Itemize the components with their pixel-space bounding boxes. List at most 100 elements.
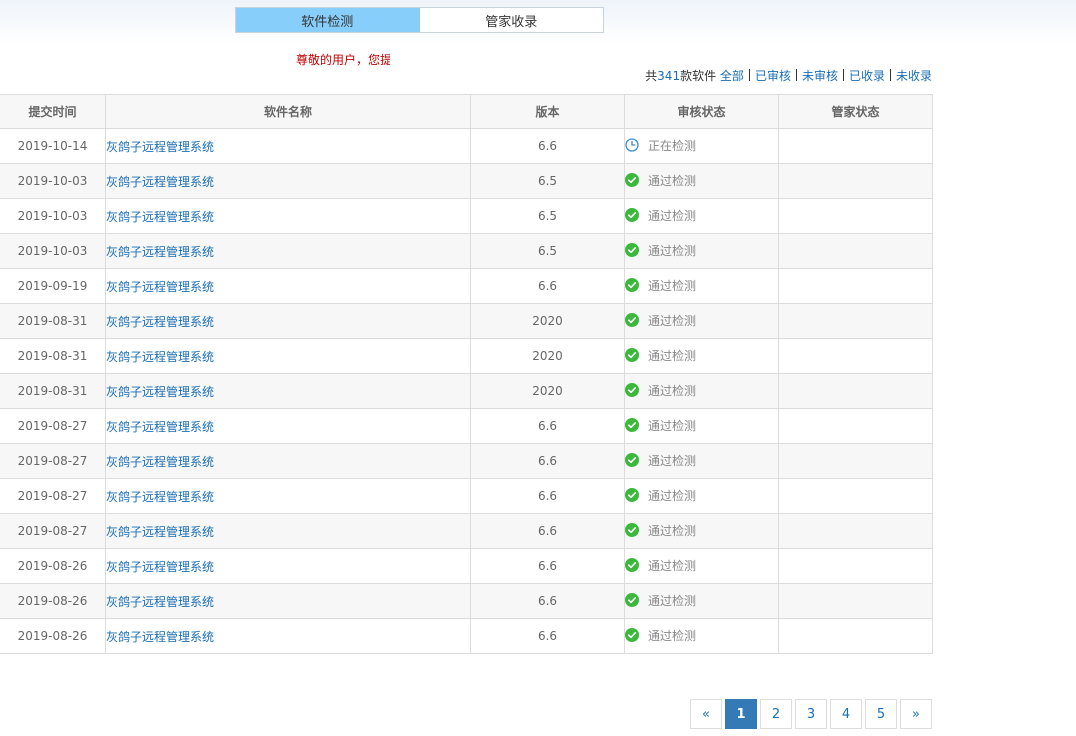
software-name-link[interactable]: 灰鸽子远程管理系统	[107, 490, 215, 504]
cell-review-status: 通过检测	[624, 233, 779, 269]
table-row: 2019-08-27 灰鸽子远程管理系统 6.6 通过检测	[0, 408, 933, 444]
cell-version: 6.6	[470, 478, 625, 514]
software-name-link[interactable]: 灰鸽子远程管理系统	[107, 420, 215, 434]
cell-manager-status	[778, 583, 933, 619]
check-circle-icon	[625, 173, 639, 188]
tab-software-check[interactable]: 软件检测	[236, 8, 420, 32]
check-circle-icon	[625, 488, 639, 503]
cell-manager-status	[778, 548, 933, 584]
software-name-link[interactable]: 灰鸽子远程管理系统	[107, 560, 215, 574]
check-circle-icon	[625, 628, 639, 643]
cell-version: 6.6	[470, 268, 625, 304]
software-name-link[interactable]: 灰鸽子远程管理系统	[107, 280, 215, 294]
pagination-page-3[interactable]: 3	[795, 699, 827, 729]
software-name-link[interactable]: 灰鸽子远程管理系统	[107, 595, 215, 609]
status-text: 通过检测	[648, 523, 697, 538]
cell-manager-status	[778, 443, 933, 479]
software-name-link[interactable]: 灰鸽子远程管理系统	[107, 455, 215, 469]
check-circle-icon	[625, 243, 639, 258]
software-name-link[interactable]: 灰鸽子远程管理系统	[107, 350, 215, 364]
cell-manager-status	[778, 198, 933, 234]
cell-version: 6.6	[470, 513, 625, 549]
cell-software-name: 灰鸽子远程管理系统	[105, 198, 471, 234]
pagination-page-2[interactable]: 2	[760, 699, 792, 729]
cell-manager-status	[778, 303, 933, 339]
status-text: 正在检测	[648, 138, 697, 153]
filter-unreviewed-link[interactable]: 未审核	[802, 69, 838, 83]
filter-uncollected-link[interactable]: 未收录	[896, 69, 932, 83]
status-badge: 通过检测	[625, 417, 696, 434]
status-badge: 通过检测	[625, 592, 696, 609]
cell-manager-status	[778, 338, 933, 374]
cell-manager-status	[778, 408, 933, 444]
cell-version: 6.6	[470, 408, 625, 444]
filter-suffix: 款软件	[680, 69, 717, 83]
header-manager-status[interactable]: 管家状态	[778, 94, 933, 129]
cell-manager-status	[778, 233, 933, 269]
clock-icon	[625, 138, 639, 152]
cell-submit-time: 2019-09-19	[0, 268, 106, 304]
pagination-page-5[interactable]: 5	[865, 699, 897, 729]
table-body: 2019-10-14 灰鸽子远程管理系统 6.6 正在检测 2019-10-03 灰鸽子远…	[0, 128, 933, 654]
cell-review-status: 通过检测	[624, 618, 779, 654]
header-submit-time[interactable]: 提交时间	[0, 94, 106, 129]
cell-submit-time: 2019-08-26	[0, 548, 106, 584]
cell-manager-status	[778, 618, 933, 654]
status-text: 通过检测	[648, 558, 697, 573]
status-text: 通过检测	[648, 208, 697, 223]
header-review-status[interactable]: 审核状态	[624, 94, 779, 129]
cell-manager-status	[778, 478, 933, 514]
cell-submit-time: 2019-10-03	[0, 198, 106, 234]
cell-submit-time: 2019-08-27	[0, 408, 106, 444]
cell-review-status: 通过检测	[624, 548, 779, 584]
status-text: 通过检测	[648, 173, 697, 188]
status-text: 通过检测	[648, 628, 697, 643]
software-name-link[interactable]: 灰鸽子远程管理系统	[107, 210, 215, 224]
filter-all-link[interactable]: 全部	[720, 69, 744, 83]
cell-review-status: 正在检测	[624, 128, 779, 164]
status-badge: 通过检测	[625, 522, 696, 539]
software-table: 提交时间 软件名称 版本 审核状态 管家状态 2019-10-14 灰鸽子远程管理…	[0, 94, 933, 654]
cell-review-status: 通过检测	[624, 373, 779, 409]
status-badge: 通过检测	[625, 557, 696, 574]
cell-version: 6.5	[470, 163, 625, 199]
software-name-link[interactable]: 灰鸽子远程管理系统	[107, 525, 215, 539]
software-name-link[interactable]: 灰鸽子远程管理系统	[107, 385, 215, 399]
cell-version: 6.6	[470, 128, 625, 164]
software-name-link[interactable]: 灰鸽子远程管理系统	[107, 140, 215, 154]
cell-version: 6.6	[470, 443, 625, 479]
software-name-link[interactable]: 灰鸽子远程管理系统	[107, 315, 215, 329]
table-row: 2019-08-31 灰鸽子远程管理系统 2020 通过检测	[0, 373, 933, 409]
pagination-next-button[interactable]: »	[900, 699, 932, 729]
tab-manager-collection[interactable]: 管家收录	[420, 8, 604, 32]
filter-reviewed-link[interactable]: 已审核	[755, 69, 791, 83]
status-badge: 通过检测	[625, 382, 696, 399]
table-row: 2019-08-26 灰鸽子远程管理系统 6.6 通过检测	[0, 548, 933, 584]
table-row: 2019-10-03 灰鸽子远程管理系统 6.5 通过检测	[0, 233, 933, 269]
cell-submit-time: 2019-08-31	[0, 373, 106, 409]
status-text: 通过检测	[648, 313, 697, 328]
software-name-link[interactable]: 灰鸽子远程管理系统	[107, 630, 215, 644]
cell-submit-time: 2019-08-31	[0, 338, 106, 374]
filter-separator	[842, 69, 844, 81]
status-badge: 通过检测	[625, 277, 696, 294]
cell-review-status: 通过检测	[624, 268, 779, 304]
cell-software-name: 灰鸽子远程管理系统	[105, 338, 471, 374]
pagination-page-4[interactable]: 4	[830, 699, 862, 729]
software-name-link[interactable]: 灰鸽子远程管理系统	[107, 245, 215, 259]
cell-software-name: 灰鸽子远程管理系统	[105, 128, 471, 164]
pagination-prev-button[interactable]: «	[690, 699, 722, 729]
header-version[interactable]: 版本	[470, 94, 625, 129]
table-row: 2019-08-26 灰鸽子远程管理系统 6.6 通过检测	[0, 618, 933, 654]
cell-submit-time: 2019-08-27	[0, 478, 106, 514]
filter-collected-link[interactable]: 已收录	[849, 69, 885, 83]
cell-review-status: 通过检测	[624, 198, 779, 234]
table-row: 2019-10-03 灰鸽子远程管理系统 6.5 通过检测	[0, 198, 933, 234]
software-name-link[interactable]: 灰鸽子远程管理系统	[107, 175, 215, 189]
cell-software-name: 灰鸽子远程管理系统	[105, 443, 471, 479]
header-software-name[interactable]: 软件名称	[105, 94, 471, 129]
pagination-page-1[interactable]: 1	[725, 699, 757, 729]
check-circle-icon	[625, 418, 639, 433]
table-row: 2019-08-31 灰鸽子远程管理系统 2020 通过检测	[0, 303, 933, 339]
table-row: 2019-08-27 灰鸽子远程管理系统 6.6 通过检测	[0, 443, 933, 479]
